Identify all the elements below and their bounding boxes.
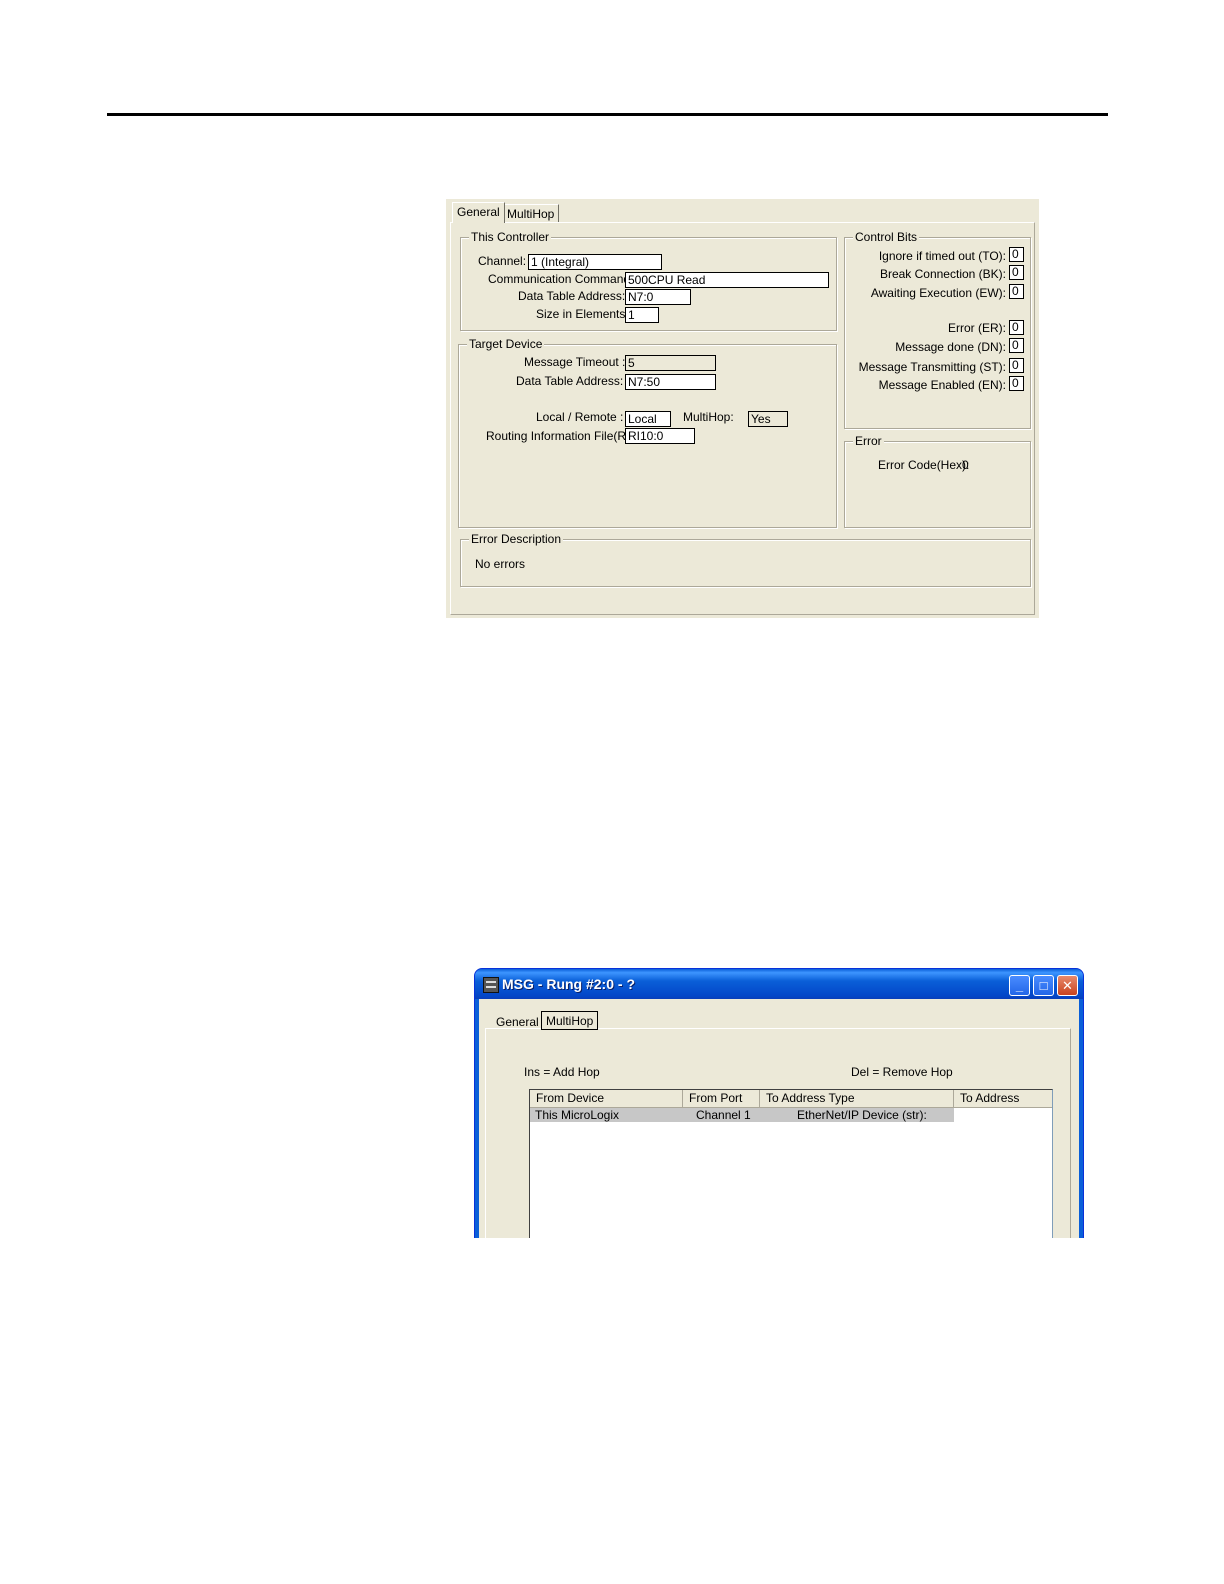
maximize-button[interactable]: □ bbox=[1033, 975, 1054, 996]
title-bar[interactable]: MSG - Rung #2:0 - ? _ □ ✕ bbox=[475, 969, 1083, 999]
remove-hop-hint: Del = Remove Hop bbox=[851, 1065, 953, 1079]
add-hop-hint: Ins = Add Hop bbox=[524, 1065, 600, 1079]
local-remote-field[interactable]: Local bbox=[625, 411, 671, 427]
cell-from-port: Channel 1 bbox=[696, 1108, 751, 1122]
tab-multihop[interactable]: MultiHop bbox=[502, 204, 560, 223]
tab-strip: General MultiHop bbox=[446, 199, 1039, 223]
comm-command-label: Communication Command: bbox=[488, 272, 634, 286]
minimize-button[interactable]: _ bbox=[1009, 975, 1030, 996]
msg-general-dialog: General MultiHop This Controller Channel… bbox=[446, 199, 1039, 618]
multihop-field[interactable]: Yes bbox=[748, 411, 788, 427]
local-remote-label: Local / Remote : bbox=[536, 410, 624, 424]
bit-bk-label: Break Connection (BK): bbox=[879, 267, 1006, 281]
message-timeout-label: Message Timeout : bbox=[524, 355, 626, 369]
window-frame: MSG - Rung #2:0 - ? _ □ ✕ General MultiH… bbox=[474, 968, 1084, 1238]
hop-table: From Device From Port To Address Type To… bbox=[529, 1089, 1053, 1238]
control-bits-legend: Control Bits bbox=[853, 230, 920, 244]
size-elements-label: Size in Elements: bbox=[536, 307, 629, 321]
target-data-table-label: Data Table Address: bbox=[516, 374, 624, 388]
channel-label: Channel: bbox=[478, 254, 527, 268]
cell-to-address-type: EtherNet/IP Device (str): bbox=[797, 1108, 927, 1122]
tab-strip: General MultiHop bbox=[487, 1007, 1077, 1030]
bit-to-value: 0 bbox=[1009, 247, 1024, 262]
bit-ew-value: 0 bbox=[1009, 284, 1024, 299]
app-icon bbox=[483, 977, 499, 993]
multihop-label: MultiHop: bbox=[683, 410, 734, 424]
page-header-rule bbox=[107, 113, 1108, 116]
error-description-group: Error Description bbox=[460, 532, 1031, 587]
msg-multihop-window: MSG - Rung #2:0 - ? _ □ ✕ General MultiH… bbox=[474, 968, 1084, 1238]
bit-er-label: Error (ER): bbox=[948, 321, 1006, 335]
cell-to-address[interactable] bbox=[954, 1108, 1052, 1122]
tab-multihop[interactable]: MultiHop bbox=[541, 1011, 599, 1030]
column-from-device[interactable]: From Device bbox=[530, 1090, 683, 1107]
error-code-value: 0 bbox=[962, 458, 969, 472]
target-data-table-field[interactable]: N7:50 bbox=[625, 374, 716, 390]
bit-er-value: 0 bbox=[1009, 320, 1024, 335]
tab-general[interactable]: General bbox=[452, 202, 505, 223]
hop-table-header: From Device From Port To Address Type To… bbox=[530, 1090, 1052, 1108]
bit-en-label: Message Enabled (EN): bbox=[878, 378, 1006, 392]
close-button[interactable]: ✕ bbox=[1057, 975, 1078, 996]
column-from-port[interactable]: From Port bbox=[683, 1090, 760, 1107]
error-code-label: Error Code(Hex): bbox=[878, 458, 970, 472]
error-description-legend: Error Description bbox=[469, 532, 564, 546]
column-to-address[interactable]: To Address bbox=[954, 1090, 1052, 1107]
window-title: MSG - Rung #2:0 - ? bbox=[502, 976, 635, 992]
controller-data-table-label: Data Table Address: bbox=[518, 289, 626, 303]
comm-command-field[interactable]: 500CPU Read bbox=[625, 272, 829, 288]
table-row[interactable]: This MicroLogix Channel 1 EtherNet/IP De… bbox=[530, 1108, 1052, 1122]
size-elements-field[interactable]: 1 bbox=[625, 307, 659, 323]
error-description-text: No errors bbox=[475, 557, 526, 571]
bit-st-value: 0 bbox=[1009, 358, 1024, 373]
bit-bk-value: 0 bbox=[1009, 265, 1024, 280]
routing-info-field[interactable]: RI10:0 bbox=[625, 428, 695, 444]
controller-data-table-field[interactable]: N7:0 bbox=[625, 289, 691, 305]
error-legend: Error bbox=[853, 434, 884, 448]
bit-dn-label: Message done (DN): bbox=[895, 340, 1006, 354]
column-to-address-type[interactable]: To Address Type bbox=[760, 1090, 954, 1107]
routing-info-label: Routing Information File(RI): bbox=[486, 429, 637, 443]
bit-en-value: 0 bbox=[1009, 376, 1024, 391]
bit-ew-label: Awaiting Execution (EW): bbox=[870, 286, 1006, 300]
message-timeout-field[interactable]: 5 bbox=[625, 355, 716, 371]
error-group: Error bbox=[844, 434, 1031, 528]
bit-dn-value: 0 bbox=[1009, 338, 1024, 353]
this-controller-legend: This Controller bbox=[469, 230, 552, 244]
channel-field[interactable]: 1 (Integral) bbox=[528, 254, 662, 270]
cell-from-device: This MicroLogix bbox=[535, 1108, 620, 1122]
bit-to-label: Ignore if timed out (TO): bbox=[878, 249, 1006, 263]
bit-st-label: Message Transmitting (ST): bbox=[858, 360, 1006, 374]
target-device-legend: Target Device bbox=[467, 337, 545, 351]
window-client-area: General MultiHop Ins = Add Hop Del = Rem… bbox=[479, 999, 1079, 1238]
